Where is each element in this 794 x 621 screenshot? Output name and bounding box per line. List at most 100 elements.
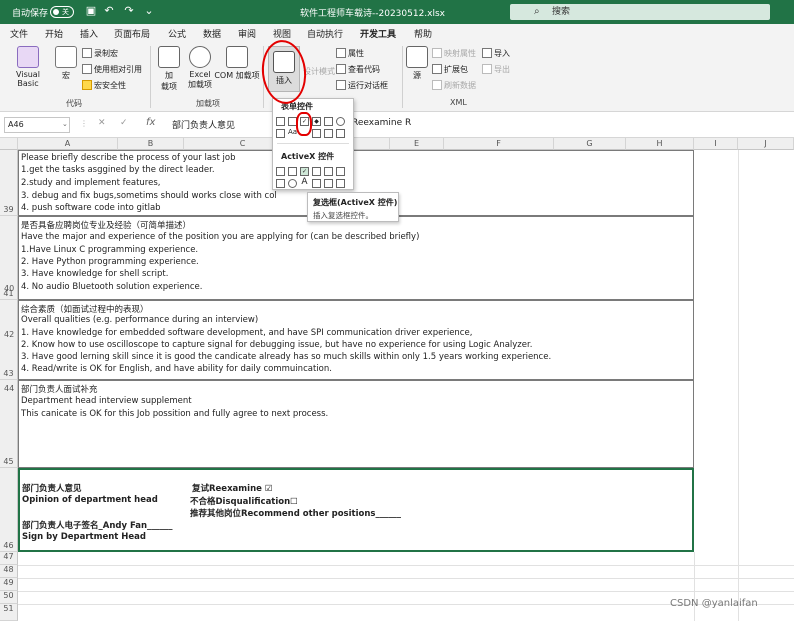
row-header-45[interactable]: 45 xyxy=(0,380,18,468)
row-header-48[interactable]: 48 xyxy=(0,565,18,578)
expansion-pack-button[interactable]: 扩展包 xyxy=(432,64,468,75)
group-xml-label: XML xyxy=(450,98,467,107)
activex-spin-icon[interactable] xyxy=(276,179,285,188)
column-header-g[interactable]: G xyxy=(554,138,626,150)
undo-icon[interactable]: ↶ xyxy=(102,4,116,18)
list-box-control-icon[interactable] xyxy=(324,117,333,126)
row-header-49[interactable]: 49 xyxy=(0,578,18,591)
gridline xyxy=(18,591,794,592)
tab-view[interactable]: 视图 xyxy=(273,27,291,40)
activex-textbox-icon[interactable] xyxy=(324,167,333,176)
view-code-button[interactable]: 查看代码 xyxy=(336,64,380,75)
save-icon[interactable]: ▣ xyxy=(84,4,98,18)
tab-formulas[interactable]: 公式 xyxy=(168,27,186,40)
scroll-bar-control-icon[interactable] xyxy=(312,129,321,138)
button-control-icon[interactable] xyxy=(276,117,285,126)
tab-insert[interactable]: 插入 xyxy=(80,27,98,40)
control-tooltip: 复选框(ActiveX 控件) 插入复选框控件。 xyxy=(307,192,399,222)
more-controls-icon[interactable] xyxy=(336,179,345,188)
cell-text: 4. No audio Bluetooth solution experienc… xyxy=(21,282,203,292)
row-header-47[interactable]: 47 xyxy=(0,552,18,565)
column-header-f[interactable]: F xyxy=(444,138,554,150)
text-field-control-icon[interactable] xyxy=(324,129,333,138)
tab-data[interactable]: 数据 xyxy=(203,27,221,40)
tab-home[interactable]: 开始 xyxy=(45,27,63,40)
activex-toggle-icon[interactable] xyxy=(324,179,333,188)
group-box-control-icon[interactable] xyxy=(276,129,285,138)
cell-text: 1.Have Linux C programming experience. xyxy=(21,245,199,255)
refresh-data-button[interactable]: 刷新数据 xyxy=(432,80,476,91)
record-macro-icon xyxy=(82,48,92,58)
row-header-43[interactable]: 43 xyxy=(0,300,18,380)
map-properties-button[interactable]: 映射属性 xyxy=(432,48,476,59)
activex-option-icon[interactable] xyxy=(288,179,297,188)
activex-combo-icon[interactable] xyxy=(288,167,297,176)
column-header-b[interactable]: B xyxy=(118,138,184,150)
customize-qat-icon[interactable]: ⌄ xyxy=(142,4,156,18)
disqualify-checkbox-label[interactable]: 不合格Disqualification☐ xyxy=(190,495,298,507)
activex-scroll-icon[interactable] xyxy=(336,167,345,176)
cell-text: This canicate is OK for this Job possiti… xyxy=(21,409,329,419)
spin-button-control-icon[interactable]: ◆ xyxy=(312,117,321,126)
autosave-toggle[interactable]: 关 xyxy=(50,6,74,18)
merged-cell-row-46[interactable]: 部门负责人意见 Opinion of department head 部门负责人… xyxy=(18,468,694,552)
activex-label-icon[interactable]: A xyxy=(300,178,309,188)
xml-source-label: 源 xyxy=(413,71,421,80)
activex-button-icon[interactable] xyxy=(276,167,285,176)
row-header-46[interactable]: 46 xyxy=(0,468,18,552)
relative-ref-button[interactable]: 使用相对引用 xyxy=(82,64,142,75)
activex-list-icon[interactable] xyxy=(312,167,321,176)
select-all-corner[interactable] xyxy=(0,138,18,150)
enter-icon[interactable]: ✓ xyxy=(120,118,128,128)
tab-page-layout[interactable]: 页面布局 xyxy=(114,27,150,40)
column-header-h[interactable]: H xyxy=(626,138,694,150)
tab-help[interactable]: 帮助 xyxy=(414,27,432,40)
cancel-icon[interactable]: ✕ xyxy=(98,118,106,128)
combo-list-control-icon[interactable] xyxy=(336,129,345,138)
cell-text: Have the major and experience of the pos… xyxy=(21,232,420,242)
reexamine-checkbox-label[interactable]: 复试Reexamine ☑ xyxy=(192,482,272,494)
merged-cell-row-45[interactable]: 部门负责人面试补充 Department head interview supp… xyxy=(18,380,694,468)
tab-review[interactable]: 审阅 xyxy=(238,27,256,40)
insert-function-button[interactable]: fx xyxy=(146,117,155,128)
option-button-control-icon[interactable] xyxy=(336,117,345,126)
formula-input[interactable]: 部门负责人意见 xyxy=(172,118,235,131)
merged-cell-row-41[interactable]: 是否具备应聘岗位专业及经验（可简单描述） Have the major and … xyxy=(18,216,694,300)
row-header-50[interactable]: 50 xyxy=(0,591,18,604)
view-code-icon xyxy=(336,64,346,74)
import-button[interactable]: 导入 xyxy=(482,48,510,59)
design-mode-button[interactable]: 设计模式 xyxy=(302,66,336,77)
column-header-a[interactable]: A xyxy=(18,138,118,150)
xml-source-button[interactable]: 源 xyxy=(406,46,428,81)
activex-checkbox-icon[interactable]: ✓ xyxy=(300,167,309,176)
run-dialog-button[interactable]: 运行对话框 xyxy=(336,80,388,91)
com-addins-button[interactable]: COM 加载项 xyxy=(214,46,260,81)
record-macro-label: 录制宏 xyxy=(94,49,118,58)
properties-button[interactable]: 属性 xyxy=(336,48,364,59)
macros-button[interactable]: 宏 xyxy=(54,46,78,81)
name-box[interactable]: A46 xyxy=(4,117,70,133)
redo-icon[interactable]: ↷ xyxy=(122,4,136,18)
visual-basic-button[interactable]: Visual Basic xyxy=(6,46,50,88)
row-header-51[interactable]: 51 xyxy=(0,604,18,621)
excel-addins-button[interactable]: Excel 加载项 xyxy=(186,46,214,90)
activex-image-icon[interactable] xyxy=(312,179,321,188)
column-header-e[interactable]: E xyxy=(390,138,444,150)
tab-developer[interactable]: 开发工具 xyxy=(360,27,397,44)
name-box-dropdown-icon[interactable]: ⌄ xyxy=(62,120,68,128)
tab-automate[interactable]: 自动执行 xyxy=(307,27,343,40)
tab-file[interactable]: 文件 xyxy=(10,27,28,40)
column-header-j[interactable]: J xyxy=(738,138,794,150)
search-input[interactable]: ⌕ 搜索 xyxy=(510,4,770,20)
row-header-39[interactable]: 39 xyxy=(0,150,18,216)
column-header-i[interactable]: I xyxy=(694,138,738,150)
export-button[interactable]: 导出 xyxy=(482,64,510,75)
gridline xyxy=(18,565,794,566)
recommend-label: 推荐其他岗位Recommend other positions______ xyxy=(190,509,401,519)
visual-basic-icon xyxy=(17,46,39,68)
addins-button[interactable]: 加 载项 xyxy=(154,46,184,92)
record-macro-button[interactable]: 录制宏 xyxy=(82,48,118,59)
macro-security-button[interactable]: 宏安全性 xyxy=(82,80,126,91)
cell-text: 是否具备应聘岗位专业及经验（可简单描述） xyxy=(21,221,192,231)
merged-cell-row-43[interactable]: 综合素质（如面试过程中的表现） Overall qualities (e.g. … xyxy=(18,300,694,380)
